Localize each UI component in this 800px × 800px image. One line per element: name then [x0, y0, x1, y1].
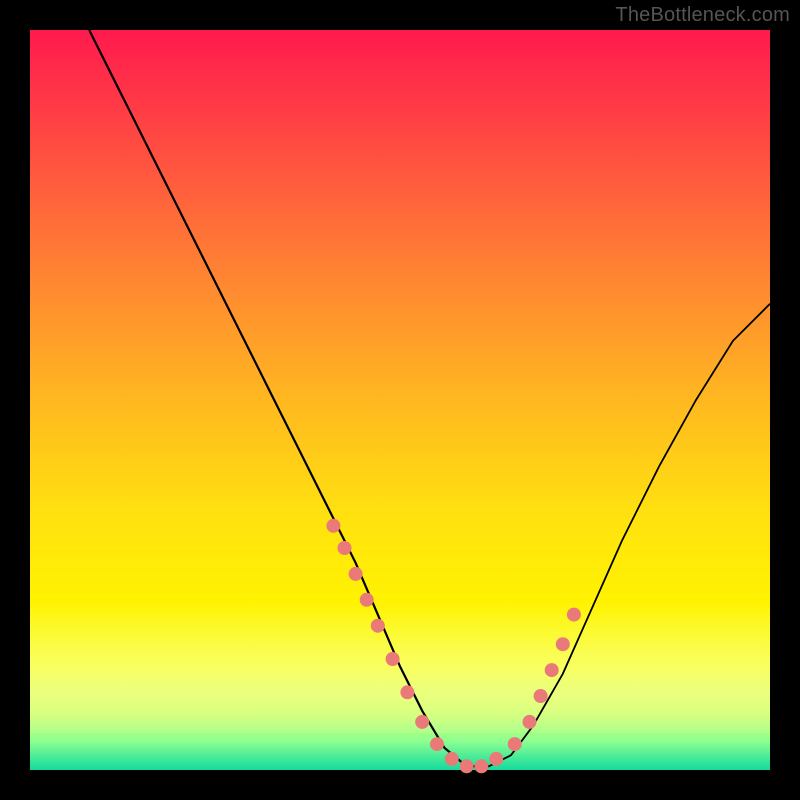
marker-dot — [523, 715, 537, 729]
marker-dot — [567, 608, 581, 622]
marker-dot — [534, 689, 548, 703]
marker-dot — [338, 541, 352, 555]
marker-dot — [349, 567, 363, 581]
marker-dot — [371, 619, 385, 633]
marker-dot — [430, 737, 444, 751]
plot-frame — [30, 30, 770, 770]
marker-dot — [400, 685, 414, 699]
marker-dot — [474, 759, 488, 773]
marker-dot — [326, 519, 340, 533]
curve-layer — [30, 30, 770, 770]
marker-dot — [545, 663, 559, 677]
bottleneck-curve-left — [89, 30, 489, 766]
attribution-text: TheBottleneck.com — [615, 4, 790, 27]
marker-group — [326, 519, 581, 774]
marker-dot — [460, 759, 474, 773]
marker-dot — [415, 715, 429, 729]
marker-dot — [489, 752, 503, 766]
marker-dot — [508, 737, 522, 751]
marker-dot — [386, 652, 400, 666]
bottleneck-curve-right — [467, 304, 770, 767]
marker-dot — [360, 593, 374, 607]
marker-dot — [556, 637, 570, 651]
marker-dot — [445, 752, 459, 766]
